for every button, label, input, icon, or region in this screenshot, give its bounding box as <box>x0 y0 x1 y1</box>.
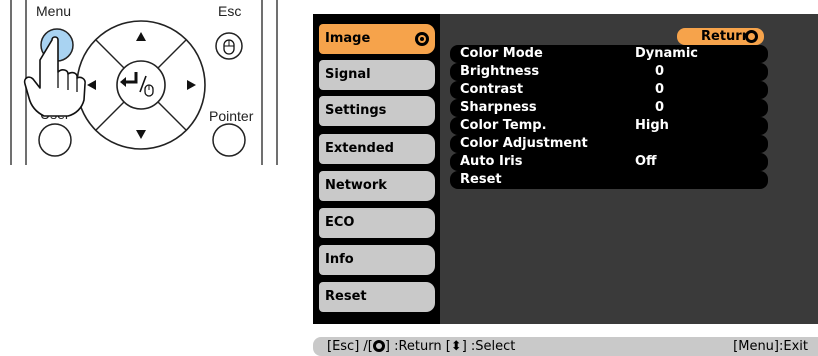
help-return-select-text: ] :Return [⬍] :Select <box>384 339 516 354</box>
tab-info[interactable]: Info <box>319 245 435 275</box>
item-reset[interactable]: Reset <box>450 171 768 189</box>
tab-label: Extended <box>325 141 394 156</box>
item-label: Color Temp. <box>460 118 547 133</box>
esc-button[interactable] <box>215 32 243 60</box>
item-value: High <box>635 118 669 133</box>
pointer-button[interactable] <box>212 123 246 157</box>
item-contrast[interactable]: Contrast 0 <box>450 81 768 99</box>
direction-pad[interactable] <box>76 20 206 150</box>
enter-icon <box>372 340 385 352</box>
enter-icon <box>415 32 429 46</box>
tab-reset[interactable]: Reset <box>319 282 435 312</box>
tab-label: Network <box>325 178 387 193</box>
item-label: Contrast <box>460 82 524 97</box>
item-label: Color Adjustment <box>460 136 588 151</box>
item-label: Auto Iris <box>460 154 523 169</box>
help-esc-text: [Esc] /[ <box>327 339 373 354</box>
settings-panel: Return Color Mode Dynamic Brightness 0 C… <box>440 14 818 324</box>
tab-extended[interactable]: Extended <box>319 134 435 164</box>
user-button[interactable] <box>38 123 72 157</box>
item-value: 0 <box>655 100 665 115</box>
esc-label: Esc <box>218 3 241 19</box>
tab-label: ECO <box>325 215 355 230</box>
item-value: Off <box>635 154 657 169</box>
item-color-adjustment[interactable]: Color Adjustment <box>450 135 768 153</box>
return-button[interactable]: Return <box>677 28 764 45</box>
item-color-temp[interactable]: Color Temp. High <box>450 117 768 135</box>
remote-control-illustration: Menu Esc User Pointer <box>10 0 278 165</box>
tab-label: Settings <box>325 103 387 118</box>
tab-signal[interactable]: Signal <box>319 60 435 90</box>
tab-network[interactable]: Network <box>319 171 435 201</box>
enter-icon <box>745 30 758 43</box>
item-label: Brightness <box>460 64 540 79</box>
item-value: Dynamic <box>635 46 699 61</box>
help-bar: [Esc] /[ ] :Return [⬍] :Select [Menu]:Exi… <box>313 337 818 356</box>
tab-label: Info <box>325 252 354 267</box>
return-label: Return <box>701 29 751 44</box>
tab-eco[interactable]: ECO <box>319 208 435 238</box>
item-value: 0 <box>655 64 665 79</box>
tab-settings[interactable]: Settings <box>319 96 435 126</box>
item-label: Sharpness <box>460 100 537 115</box>
item-value: 0 <box>655 82 665 97</box>
projector-menu: Image Signal Settings Extended Network E… <box>313 14 818 324</box>
tab-label: Image <box>325 31 371 46</box>
menu-label: Menu <box>36 3 71 19</box>
item-sharpness[interactable]: Sharpness 0 <box>450 99 768 117</box>
tab-label: Reset <box>325 289 367 304</box>
help-navigation-hint: [Esc] /[ ] :Return [⬍] :Select <box>327 337 515 356</box>
help-exit-hint: [Menu]:Exit <box>733 339 808 354</box>
pointer-label: Pointer <box>209 108 254 124</box>
item-label: Color Mode <box>460 46 543 61</box>
item-auto-iris[interactable]: Auto Iris Off <box>450 153 768 171</box>
tab-label: Signal <box>325 67 371 82</box>
item-color-mode[interactable]: Color Mode Dynamic <box>450 45 768 63</box>
hand-pointer-icon <box>23 36 86 117</box>
tab-image[interactable]: Image <box>319 24 435 54</box>
item-brightness[interactable]: Brightness 0 <box>450 63 768 81</box>
item-label: Reset <box>460 172 502 187</box>
